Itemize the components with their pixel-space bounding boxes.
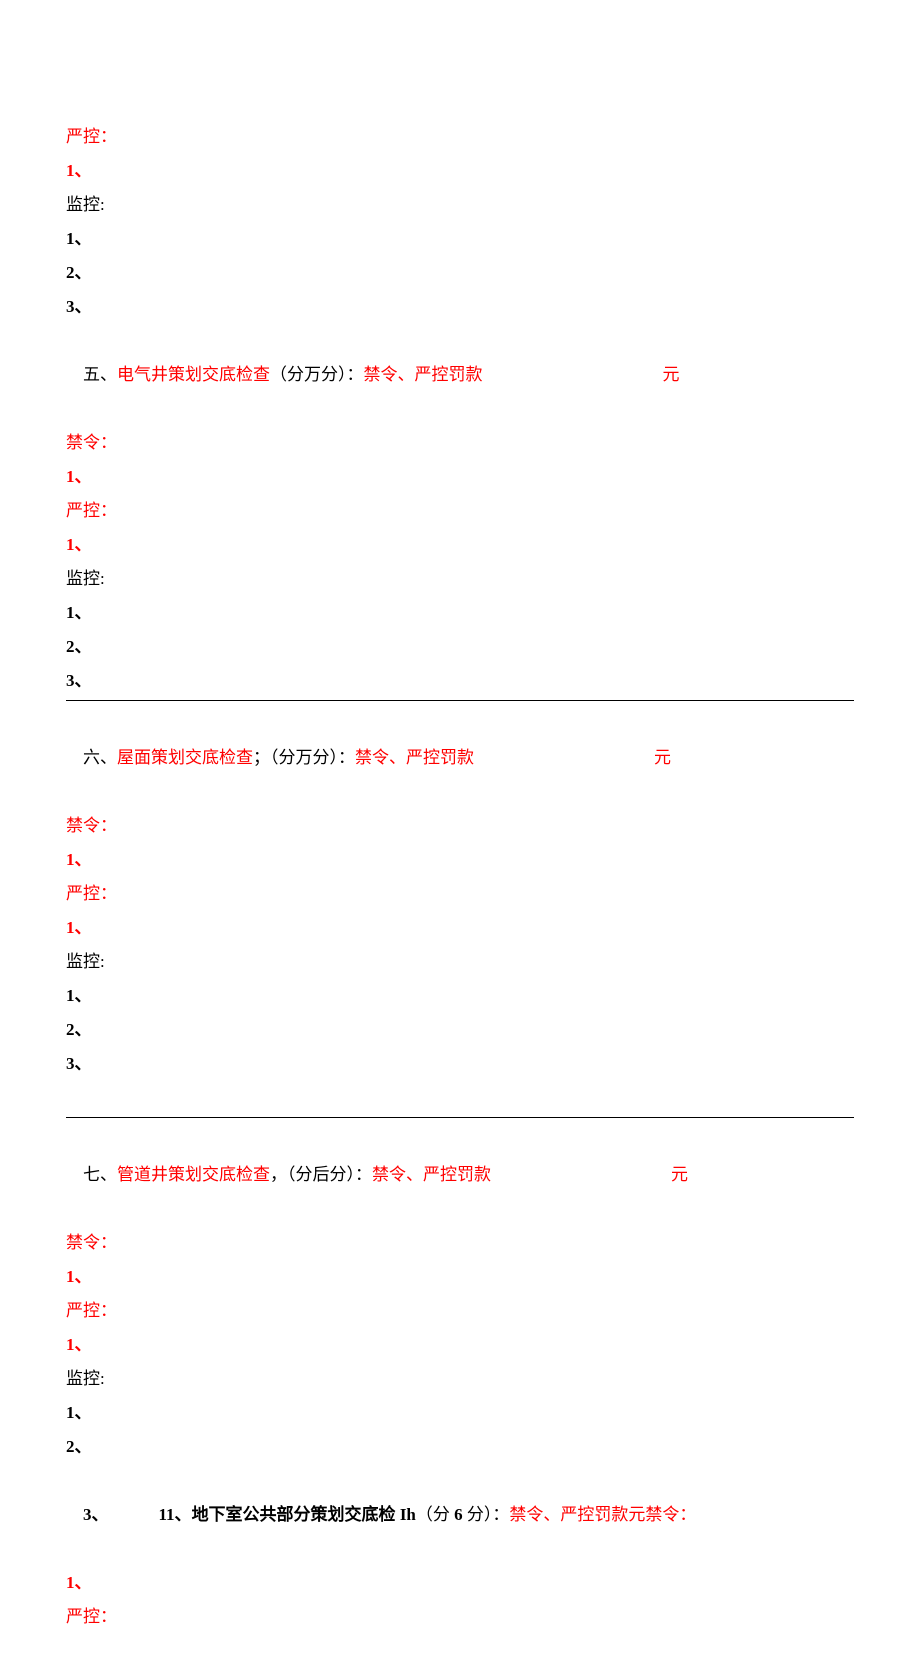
- item-1: 1、: [66, 596, 854, 630]
- label-jiankong: 监控:: [66, 562, 854, 596]
- section-6-heading: 六、屋面策划交底检查；（分万分）：禁令、严控罚款 元: [66, 707, 854, 809]
- section-6-yuan: 元: [654, 748, 671, 767]
- label-yankong: 严控：: [66, 120, 854, 154]
- section-11-six: 6: [454, 1505, 467, 1524]
- section-6-score: （分万分）：: [270, 748, 355, 767]
- section-11-title-a: 地下室公共部分策划交底检: [192, 1505, 400, 1524]
- label-jinling: 禁令：: [66, 809, 854, 843]
- section-6-penalty: 禁令、严控罚款: [355, 748, 474, 767]
- section-11-score-b: 分）：: [467, 1505, 510, 1524]
- label-yankong: 严控：: [66, 494, 854, 528]
- section-7-prefix: 七、: [83, 1165, 117, 1184]
- section-5-yuan: 元: [663, 365, 680, 384]
- section-11-score-a: （分: [416, 1505, 454, 1524]
- section-6-prefix: 六、: [83, 748, 117, 767]
- item-1: 1、: [66, 979, 854, 1013]
- divider: [66, 700, 854, 701]
- section-5-penalty: 禁令、严控罚款: [364, 365, 483, 384]
- section-7-yuan: 元: [671, 1165, 688, 1184]
- section-5-score: （分万分）：: [270, 365, 364, 384]
- item-2: 2、: [66, 256, 854, 290]
- item-1: 1、: [66, 222, 854, 256]
- item-1: 1、: [66, 843, 854, 877]
- item-3: 3、: [66, 664, 854, 698]
- section-11-penalty: 禁令、严控罚款元禁令：: [509, 1505, 696, 1524]
- item-2: 2、: [66, 1013, 854, 1047]
- item-1: 1、: [66, 911, 854, 945]
- item-3: 3、: [83, 1505, 109, 1524]
- item-2: 2、: [66, 1430, 854, 1464]
- section-5-prefix: 五、: [83, 365, 117, 384]
- item-1: 1、: [66, 154, 854, 188]
- label-jinling: 禁令：: [66, 426, 854, 460]
- section-7-sep: ，: [270, 1165, 287, 1184]
- label-yankong: 严控：: [66, 1294, 854, 1328]
- label-jinling: 禁令：: [66, 1226, 854, 1260]
- section-6-sep: ；: [253, 748, 270, 767]
- item-1: 1、: [66, 1396, 854, 1430]
- label-jiankong: 监控:: [66, 1362, 854, 1396]
- item-3: 3、: [66, 1047, 854, 1081]
- section-11-ih: Ih: [400, 1505, 416, 1524]
- section-7-heading: 七、管道井策划交底检查，（分后分）：禁令、严控罚款 元: [66, 1124, 854, 1226]
- item-1: 1、: [66, 1566, 854, 1600]
- item-1: 1、: [66, 528, 854, 562]
- item-1: 1、: [66, 1328, 854, 1362]
- item-1: 1、: [66, 460, 854, 494]
- item-11: 11、: [159, 1505, 192, 1524]
- section-5-heading: 五、电气井策划交底检查（分万分）：禁令、严控罚款 元: [66, 324, 854, 426]
- item-3: 3、: [66, 290, 854, 324]
- item-2: 2、: [66, 630, 854, 664]
- label-jiankong: 监控:: [66, 188, 854, 222]
- section-7-score: （分后分）：: [287, 1165, 372, 1184]
- section-7-title: 管道井策划交底检查: [117, 1165, 270, 1184]
- label-yankong: 严控：: [66, 877, 854, 911]
- divider: [66, 1117, 854, 1118]
- item-1: 1、: [66, 1260, 854, 1294]
- section-6-title: 屋面策划交底检查: [117, 748, 253, 767]
- label-jiankong: 监控:: [66, 945, 854, 979]
- section-5-title: 电气井策划交底检查: [117, 365, 270, 384]
- section-11-heading: 3、 11、地下室公共部分策划交底检 Ih（分 6 分）：禁令、严控罚款元禁令：: [66, 1464, 854, 1566]
- section-7-penalty: 禁令、严控罚款: [372, 1165, 491, 1184]
- label-yankong: 严控：: [66, 1600, 854, 1634]
